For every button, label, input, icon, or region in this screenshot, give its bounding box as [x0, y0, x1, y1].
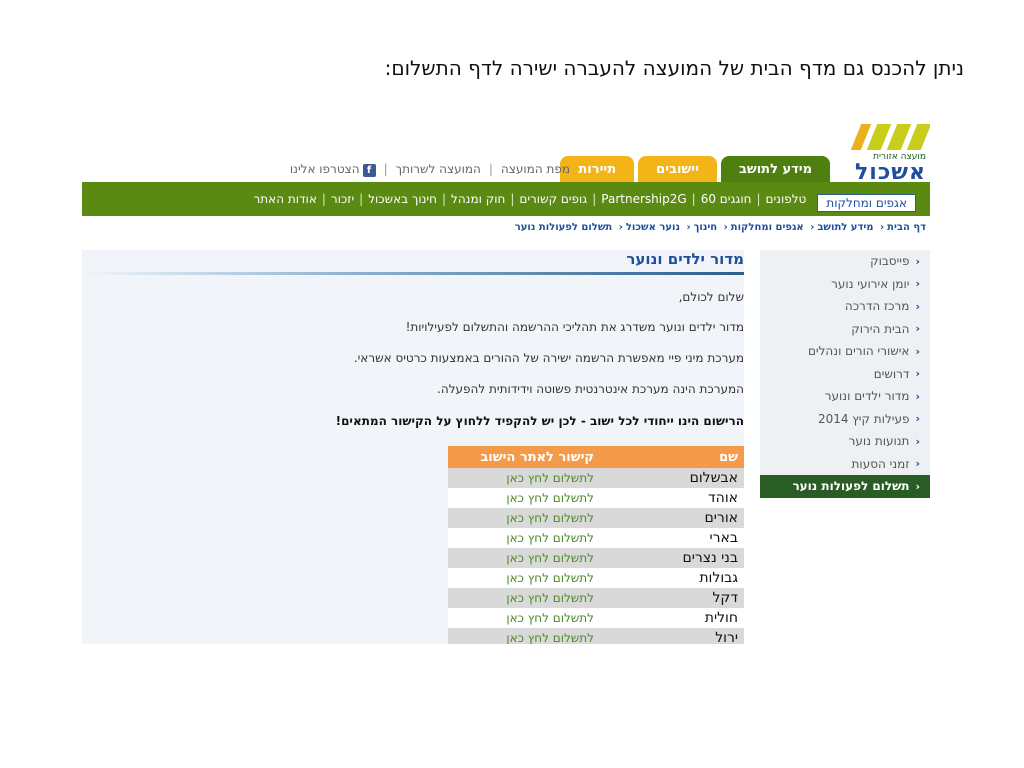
payment-link[interactable]: לתשלום לחץ כאן: [448, 588, 600, 608]
payment-link[interactable]: לתשלום לחץ כאן: [448, 508, 600, 528]
nav-memorial[interactable]: יזכור: [326, 192, 359, 206]
payment-link[interactable]: לתשלום לחץ כאן: [448, 488, 600, 508]
breadcrumb: דף הבית‹ מידע לתושב‹ אגפים ומחלקות‹ חינו…: [514, 222, 926, 233]
divider: |: [383, 162, 388, 176]
table-row: חולית לתשלום לחץ כאן: [448, 608, 744, 628]
sidebar-item-summer-2014[interactable]: ‹ פעילות קיץ 2014: [760, 408, 930, 431]
chevron-icon: ‹: [915, 479, 920, 493]
sidebar-item-training-center[interactable]: ‹ מרכז הדרכה: [760, 295, 930, 318]
main-nav-bar: אגפים ומחלקות טלפונים | חוגגים 60 | Partne…: [82, 182, 930, 216]
crumb-education[interactable]: חינוך: [694, 222, 718, 233]
nav-law[interactable]: חוק ומנהל: [446, 192, 510, 206]
chevron-icon: ‹: [915, 277, 920, 291]
greeting-text: שלום לכולם,: [678, 290, 744, 304]
table-row: אורים לתשלום לחץ כאן: [448, 508, 744, 528]
sidebar-menu: ‹ פייסבוק ‹ יומן אירועי נוער ‹ מרכז הדרכה ‹…: [760, 250, 930, 498]
paragraph-notice: הרישום הינו ייחודי לכל ישוב - לכן יש להק…: [335, 414, 744, 428]
payment-link[interactable]: לתשלום לחץ כאן: [448, 468, 600, 488]
title-underline: [82, 272, 744, 275]
sidebar-item-youth-payment[interactable]: ‹ תשלום לפעולות נוער: [760, 475, 930, 498]
page-title: מדור ילדים ונוער: [626, 250, 744, 268]
divider: |: [488, 162, 493, 176]
chevron-icon: ‹: [915, 254, 920, 268]
paragraph-minipay: מערכת מיני פיי מאפשרת הרשמה ישירה של ההו…: [353, 351, 744, 365]
join-us-label: הצטרפו אלינו: [289, 162, 360, 176]
council-map-link[interactable]: מפת המועצה: [501, 162, 570, 177]
nav-about[interactable]: אודות האתר: [249, 192, 322, 206]
table-row: בני נצרים לתשלום לחץ כאן: [448, 548, 744, 568]
table-row: אוהד לתשלום לחץ כאן: [448, 488, 744, 508]
paragraph-simple: המערכת הינה מערכת אינטרנטית פשוטה וידידו…: [437, 382, 744, 396]
sidebar-item-youth-calendar[interactable]: ‹ יומן אירועי נוער: [760, 273, 930, 296]
sidebar-item-green-house[interactable]: ‹ הבית הירוק: [760, 318, 930, 341]
paragraph-upgrade: מדור ילדים ונוער משדרג את תהליכי ההרשמה …: [405, 320, 744, 334]
main-content: מדור ילדים ונוער שלום לכולם, מדור ילדים …: [82, 250, 744, 644]
sidebar-item-parent-approvals[interactable]: ‹ אישורי הורים ונהלים: [760, 340, 930, 363]
chevron-icon: ‹: [915, 389, 920, 403]
payment-link[interactable]: לתשלום לחץ כאן: [448, 548, 600, 568]
payment-link[interactable]: לתשלום לחץ כאן: [448, 568, 600, 588]
join-us-link[interactable]: fהצטרפו אלינו: [290, 162, 376, 177]
nav-education[interactable]: חינוך באשכול: [363, 192, 442, 206]
top-links: מפת המועצה | המועצה לשרותך | fהצטרפו אלי…: [290, 162, 570, 177]
nav-phones[interactable]: טלפונים: [761, 192, 812, 206]
table-row: ירול לתשלום לחץ כאן: [448, 628, 744, 644]
tab-resident-info[interactable]: מידע לתושב: [720, 156, 830, 182]
eshkol-logo[interactable]: מועצה אזורית אשכול: [843, 124, 930, 185]
website-screenshot: מועצה אזורית אשכול מידע לתושב יישובים תי…: [82, 122, 930, 644]
crumb-youth[interactable]: נוער אשכול: [626, 222, 680, 233]
chevron-icon: ‹: [915, 344, 920, 358]
chevron-icon: ‹: [915, 322, 920, 336]
council-service-link[interactable]: המועצה לשרותך: [396, 162, 481, 177]
logo-stripes-icon: [843, 124, 930, 150]
settlements-table: שם קישור לאתר הישוב אבשלום לתשלום לחץ כאן…: [448, 446, 744, 644]
sidebar-item-facebook[interactable]: ‹ פייסבוק: [760, 250, 930, 273]
header-link: קישור לאתר הישוב: [448, 446, 600, 468]
table-row: בארי לתשלום לחץ כאן: [448, 528, 744, 548]
crumb-departments[interactable]: אגפים ומחלקות: [731, 222, 804, 233]
crumb-resident[interactable]: מידע לתושב: [817, 222, 873, 233]
nav-partnership[interactable]: Partnership2G: [596, 192, 691, 206]
crumb-home[interactable]: דף הבית: [887, 222, 926, 233]
sidebar-item-youth-movements[interactable]: ‹ תנועות נוער: [760, 430, 930, 453]
header-name: שם: [600, 446, 744, 468]
tab-tourism[interactable]: תיירות: [560, 156, 635, 182]
sidebar-item-transport-times[interactable]: ‹ זמני הסעות: [760, 453, 930, 476]
crumb-current: תשלום לפעולות נוער: [514, 222, 613, 233]
table-row: אבשלום לתשלום לחץ כאן: [448, 468, 744, 488]
payment-link[interactable]: לתשלום לחץ כאן: [448, 528, 600, 548]
tab-settlements[interactable]: יישובים: [638, 156, 717, 182]
payment-link[interactable]: לתשלום לחץ כאן: [448, 628, 600, 644]
chevron-icon: ‹: [915, 457, 920, 471]
chevron-icon: ‹: [915, 412, 920, 426]
main-tabs: מידע לתושב יישובים תיירות: [560, 156, 830, 184]
nav-related-bodies[interactable]: גופים קשורים: [514, 192, 592, 206]
nav-departments[interactable]: אגפים ומחלקות: [817, 194, 916, 212]
payment-link[interactable]: לתשלום לחץ כאן: [448, 608, 600, 628]
table-row: גבולות לתשלום לחץ כאן: [448, 568, 744, 588]
table-row: דקל לתשלום לחץ כאן: [448, 588, 744, 608]
sidebar-item-wanted[interactable]: ‹ דרושים: [760, 363, 930, 386]
facebook-icon: f: [362, 164, 376, 177]
chevron-icon: ‹: [915, 299, 920, 313]
slide-caption: ניתן להכנס גם מדף הבית של המועצה להעברה …: [384, 56, 964, 80]
nav-60[interactable]: חוגגים 60: [696, 192, 757, 206]
chevron-icon: ‹: [915, 434, 920, 448]
sidebar-item-youth-dept[interactable]: ‹ מדור ילדים ונוער: [760, 385, 930, 408]
chevron-icon: ‹: [915, 367, 920, 381]
